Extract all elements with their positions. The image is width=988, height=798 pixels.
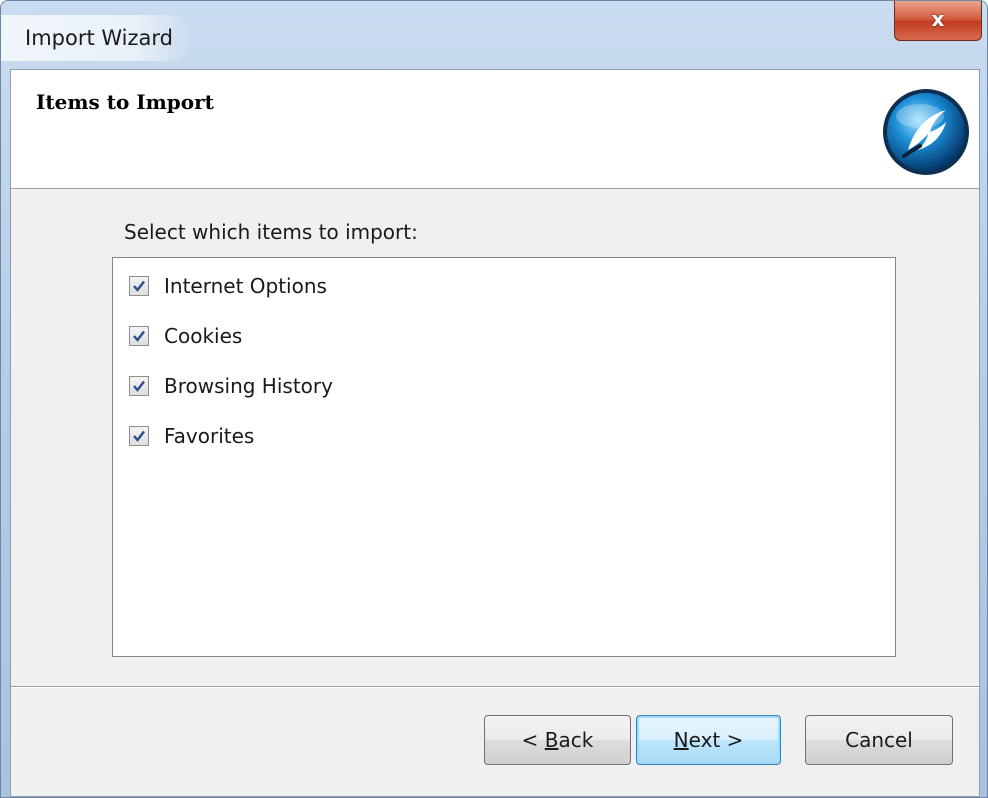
browsing-history-checkbox[interactable] xyxy=(129,376,149,396)
list-item-cookies[interactable]: Cookies xyxy=(129,321,242,351)
back-button-prefix: < xyxy=(521,728,545,752)
cookies-checkbox[interactable] xyxy=(129,326,149,346)
checkmark-icon xyxy=(133,280,145,292)
instruction-label: Select which items to import: xyxy=(124,220,418,244)
app-logo-icon xyxy=(883,89,969,175)
next-button-mnemonic: N xyxy=(673,728,689,752)
internet-options-label: Internet Options xyxy=(164,274,327,298)
list-item-browsing-history[interactable]: Browsing History xyxy=(129,371,333,401)
back-button-rest: ack xyxy=(558,728,594,752)
back-button-mnemonic: B xyxy=(544,728,559,752)
checkmark-icon xyxy=(133,330,145,342)
favorites-label: Favorites xyxy=(164,424,255,448)
window-title: Import Wizard xyxy=(1,15,193,61)
browsing-history-label: Browsing History xyxy=(164,374,333,398)
footer-divider xyxy=(11,686,979,688)
dialog-body: Items to Import Select which items to im… xyxy=(10,69,980,797)
checkmark-icon xyxy=(133,380,145,392)
list-item-internet-options[interactable]: Internet Options xyxy=(129,271,327,301)
internet-options-checkbox[interactable] xyxy=(129,276,149,296)
page-title: Items to Import xyxy=(36,90,214,114)
next-button-rest: ext > xyxy=(688,728,744,752)
cookies-label: Cookies xyxy=(164,324,243,348)
header-panel: Items to Import xyxy=(11,70,979,189)
title-bar[interactable]: Import Wizard xyxy=(1,1,987,69)
import-wizard-window: Import Wizard x Items to Import Select w… xyxy=(0,0,988,798)
checkmark-icon xyxy=(133,430,145,442)
close-button[interactable]: x xyxy=(894,1,982,41)
favorites-checkbox[interactable] xyxy=(129,426,149,446)
list-item-favorites[interactable]: Favorites xyxy=(129,421,254,451)
back-button[interactable]: < Back xyxy=(484,715,631,765)
cancel-button[interactable]: Cancel xyxy=(805,715,953,765)
next-button[interactable]: Next > xyxy=(636,715,781,765)
items-list: Internet Options Cookies Browsing Histor… xyxy=(112,257,896,657)
